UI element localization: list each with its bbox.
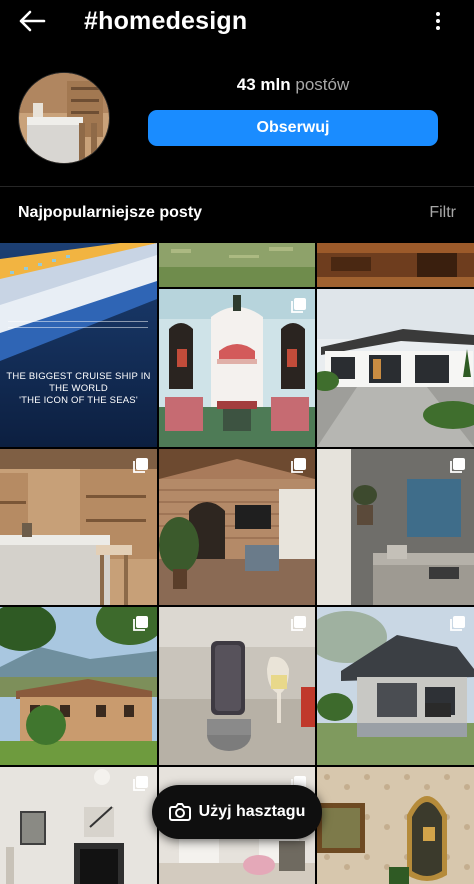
post-tile[interactable] bbox=[317, 243, 474, 287]
arrow-left-icon bbox=[19, 10, 46, 32]
section-title: Najpopularniejsze posty bbox=[18, 204, 203, 221]
carousel-icon bbox=[133, 616, 148, 631]
post-tile[interactable] bbox=[317, 767, 474, 884]
page-title: #homedesign bbox=[84, 7, 248, 35]
post-tile[interactable] bbox=[159, 607, 315, 765]
post-tile[interactable] bbox=[159, 449, 315, 605]
hashtag-header: 43 mln postów Obserwuj bbox=[0, 44, 474, 186]
carousel-icon bbox=[450, 616, 465, 631]
more-vertical-icon bbox=[436, 12, 440, 30]
post-count-value: 43 mln bbox=[236, 75, 291, 94]
carousel-icon bbox=[291, 616, 306, 631]
carousel-icon bbox=[133, 458, 148, 473]
post-count-label: postów bbox=[295, 75, 350, 94]
post-tile[interactable] bbox=[317, 607, 474, 765]
carousel-icon bbox=[133, 776, 148, 791]
use-hashtag-label: Użyj hasztagu bbox=[198, 803, 306, 820]
filter-button[interactable]: Filtr bbox=[429, 204, 456, 222]
post-tile[interactable]: THE BIGGEST CRUISE SHIP IN THE WORLD 'TH… bbox=[0, 243, 157, 447]
post-tile[interactable] bbox=[159, 289, 315, 447]
section-divider bbox=[0, 186, 474, 187]
camera-icon bbox=[168, 803, 191, 821]
carousel-icon bbox=[291, 298, 306, 313]
post-tile[interactable] bbox=[317, 449, 474, 605]
more-options-button[interactable] bbox=[426, 9, 450, 33]
post-tile[interactable] bbox=[0, 607, 157, 765]
post-tile[interactable] bbox=[0, 449, 157, 605]
post-tile[interactable] bbox=[0, 767, 157, 884]
post-tile[interactable] bbox=[317, 289, 474, 447]
carousel-icon bbox=[291, 458, 306, 473]
use-hashtag-button[interactable]: Użyj hasztagu bbox=[152, 785, 322, 839]
back-button[interactable] bbox=[14, 6, 50, 36]
caption-line-2: 'THE ICON OF THE SEAS' bbox=[19, 395, 138, 406]
hashtag-avatar bbox=[18, 72, 110, 164]
caption-line-1: THE BIGGEST CRUISE SHIP IN THE WORLD bbox=[6, 371, 151, 394]
carousel-icon bbox=[450, 458, 465, 473]
post-tile[interactable] bbox=[159, 243, 315, 287]
top-bar: #homedesign bbox=[0, 0, 474, 44]
top-posts-header: Najpopularniejsze posty Filtr bbox=[0, 200, 474, 230]
post-caption: THE BIGGEST CRUISE SHIP IN THE WORLD 'TH… bbox=[0, 371, 157, 407]
follow-button[interactable]: Obserwuj bbox=[148, 110, 438, 146]
post-count: 43 mln postów bbox=[148, 74, 438, 96]
